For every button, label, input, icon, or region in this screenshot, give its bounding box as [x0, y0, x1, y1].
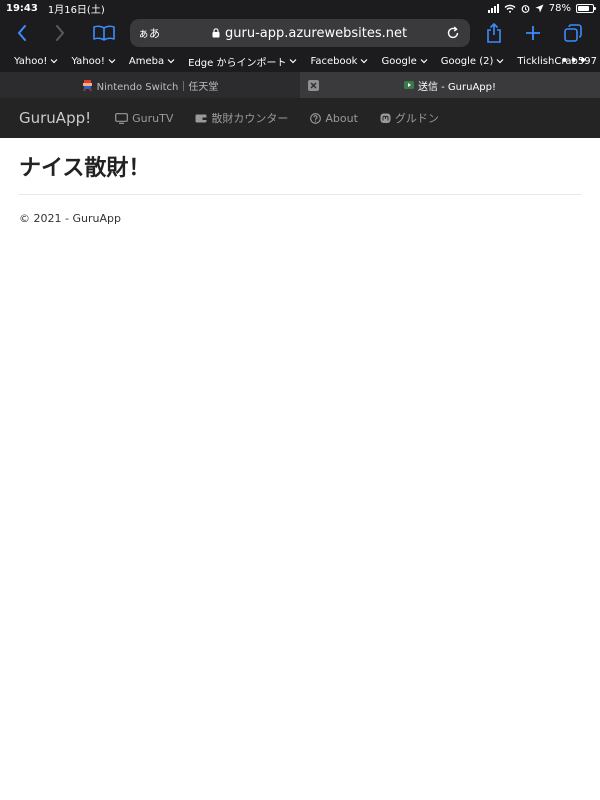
bookmark-yahoo-2[interactable]: Yahoo!: [71, 55, 116, 67]
close-icon: [310, 82, 317, 89]
tabs-icon: [564, 24, 582, 42]
back-button[interactable]: [8, 16, 36, 50]
address-bar[interactable]: ぁあ guru-app.azurewebsites.net: [130, 19, 470, 47]
tab-nintendo-switch[interactable]: Nintendo Switch｜任天堂: [0, 72, 300, 98]
status-indicators: 78%: [487, 2, 596, 14]
book-icon: [93, 25, 115, 41]
chevron-down-icon: [496, 59, 504, 64]
bookmark-google[interactable]: Google: [381, 55, 428, 67]
nav-label: About: [325, 111, 358, 125]
bookmark-label: Yahoo!: [71, 55, 105, 67]
bookmark-edge-import[interactable]: Edge からインポート: [188, 54, 297, 69]
nav-label: 散財カウンター: [211, 112, 289, 125]
alarm-icon: [521, 4, 530, 13]
lock-icon: [212, 28, 220, 38]
bookmarks-more-button[interactable]: •••: [560, 50, 588, 72]
bookmarks-button[interactable]: [88, 16, 120, 50]
cellular-signal-icon: [487, 3, 499, 13]
location-arrow-icon: [535, 4, 544, 12]
tab-title: Nintendo Switch｜任天堂: [96, 81, 219, 93]
reader-options-button[interactable]: ぁあ: [138, 25, 160, 41]
bookmark-label: Yahoo!: [14, 55, 48, 67]
bookmark-yahoo[interactable]: Yahoo!: [14, 56, 58, 67]
bookmark-facebook[interactable]: Facebook: [310, 56, 368, 67]
chevron-down-icon: [108, 59, 116, 64]
tab-title: 送信 - GuruApp!: [417, 81, 497, 93]
mario-favicon-icon: [82, 79, 92, 91]
bookmark-label: Google: [381, 55, 417, 67]
site-brand-link[interactable]: GuruApp!: [19, 109, 91, 127]
bookmark-label: Google (2): [440, 55, 494, 67]
status-time: 19:43: [6, 2, 38, 14]
tab-bar: Nintendo Switch｜任天堂 送信 - GuruApp!: [0, 72, 600, 98]
bookmarks-bar: Yahoo! Yahoo! Ameba Edge からインポート Faceboo…: [0, 50, 600, 72]
chevron-down-icon: [361, 59, 368, 64]
battery-level-fill: [578, 5, 589, 11]
site-navbar: GuruApp! GuruTV 散財カウンター About グルドン: [0, 98, 600, 138]
nav-link-spending-counter[interactable]: 散財カウンター: [195, 110, 288, 126]
bookmark-label: Edge からインポート: [188, 57, 287, 69]
tab-guruapp[interactable]: 送信 - GuruApp!: [300, 72, 600, 98]
share-icon: [487, 23, 501, 43]
reload-icon: [447, 26, 459, 39]
status-date: 1月16日(土): [47, 4, 105, 16]
chevron-right-icon: [56, 25, 65, 41]
status-bar: 19:43 1月16日(土) 78%: [0, 0, 600, 16]
nav-label: グルドン: [394, 112, 439, 125]
nav-link-gurutv[interactable]: GuruTV: [115, 112, 173, 125]
bookmark-google-2[interactable]: Google (2): [441, 56, 505, 67]
reload-button[interactable]: [442, 22, 464, 44]
chevron-down-icon: [51, 59, 58, 64]
chevron-left-icon: [17, 25, 26, 41]
chevron-down-icon: [290, 59, 297, 64]
bookmark-ameba[interactable]: Ameba: [129, 56, 175, 67]
wallet-icon: [195, 114, 207, 123]
chevron-down-icon: [420, 59, 428, 64]
browser-toolbar: ぁあ guru-app.azurewebsites.net: [0, 16, 600, 50]
chevron-down-icon: [167, 59, 175, 64]
help-circle-icon: [310, 112, 322, 124]
new-tab-button[interactable]: [519, 16, 547, 50]
play-favicon-icon: [403, 81, 414, 89]
footer-copyright: © 2021 - GuruApp: [19, 212, 121, 225]
bookmark-label: Ameba: [128, 55, 165, 67]
close-tab-button[interactable]: [308, 80, 319, 91]
bookmark-label: Facebook: [310, 55, 358, 67]
tab-overview-button[interactable]: [559, 16, 587, 50]
share-button[interactable]: [480, 16, 508, 50]
battery-percentage: 78%: [548, 2, 571, 14]
url-display[interactable]: guru-app.azurewebsites.net: [212, 26, 407, 41]
nav-label: GuruTV: [132, 111, 174, 125]
battery-icon: [576, 3, 596, 13]
tv-icon: [115, 112, 129, 124]
forward-button[interactable]: [46, 16, 74, 50]
wifi-icon: [504, 4, 516, 13]
content-divider: [19, 194, 581, 195]
plus-icon: [526, 26, 540, 40]
page-title: ナイス散財！: [19, 156, 151, 181]
nav-link-about[interactable]: About: [310, 112, 358, 125]
mastodon-icon: [380, 113, 391, 123]
url-text: guru-app.azurewebsites.net: [225, 25, 408, 41]
nav-link-gurudon[interactable]: グルドン: [380, 110, 439, 126]
